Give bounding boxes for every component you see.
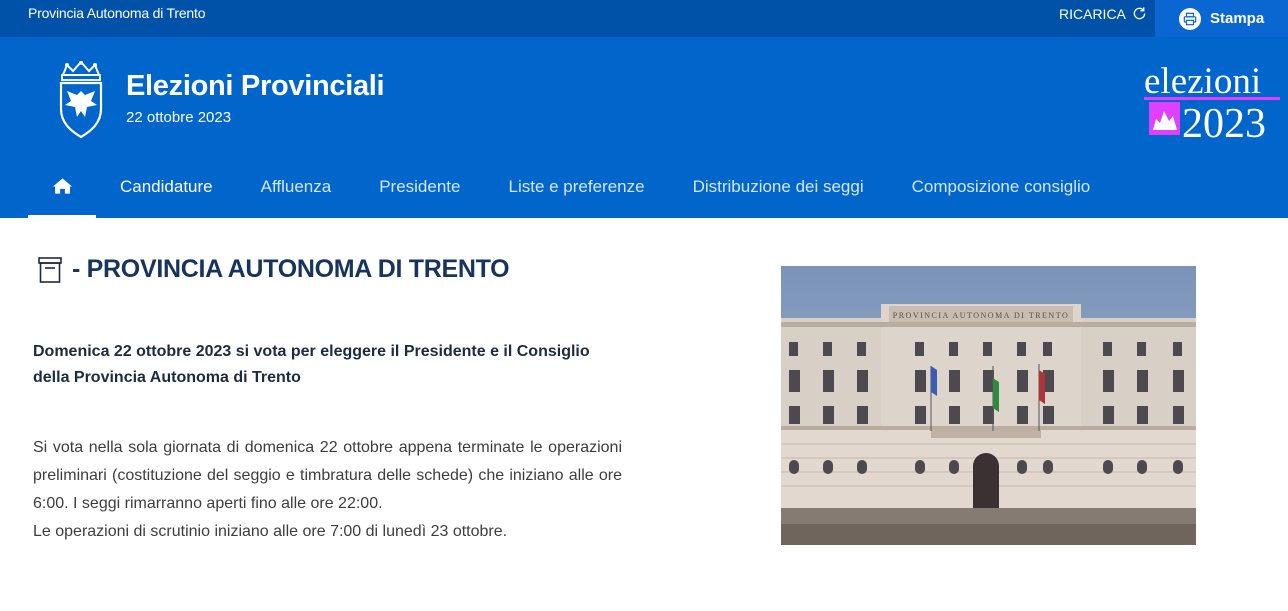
- ballot-box-icon: [38, 256, 62, 283]
- facade-sign: PROVINCIA AUTONOMA DI TRENTO: [893, 311, 1069, 320]
- election-date: 22 ottobre 2023: [126, 109, 232, 126]
- org-name-link[interactable]: Provincia Autonoma di Trento: [28, 0, 205, 27]
- site-title[interactable]: Elezioni Provinciali: [126, 70, 385, 103]
- utility-bar: Provincia Autonoma di Trento RICARICA St…: [0, 0, 1288, 37]
- nav-home[interactable]: [28, 172, 96, 218]
- nav-composizione-consiglio[interactable]: Composizione consiglio: [888, 172, 1115, 218]
- reload-label: RICARICA: [1059, 5, 1126, 22]
- elezioni-2023-logo: elezioni 2023: [1144, 61, 1280, 141]
- nav-distribuzione-seggi[interactable]: Distribuzione dei seggi: [669, 172, 888, 218]
- info-text: Si vota nella sola giornata di domenica …: [33, 434, 622, 546]
- nav-candidature[interactable]: Candidature: [96, 172, 237, 218]
- coat-of-arms-icon[interactable]: [55, 61, 107, 139]
- lead-text: Domenica 22 ottobre 2023 si vota per ele…: [33, 343, 590, 386]
- home-icon: [52, 178, 72, 194]
- print-button[interactable]: Stampa: [1155, 0, 1288, 37]
- nav-presidente[interactable]: Presidente: [355, 172, 484, 218]
- provincial-palace-photo: PROVINCIA AUTONOMA DI TRENTO: [781, 266, 1196, 545]
- brand-word: elezioni: [1144, 61, 1261, 102]
- main-nav: Candidature Affluenza Presidente Liste e…: [28, 172, 1114, 218]
- nav-affluenza[interactable]: Affluenza: [237, 172, 356, 218]
- page-title: - PROVINCIA AUTONOMA DI TRENTO: [72, 255, 510, 283]
- print-label: Stampa: [1210, 10, 1265, 27]
- printer-icon: [1179, 7, 1201, 30]
- paragraph-counting: Le operazioni di scrutinio iniziano alle…: [33, 523, 508, 540]
- reload-button[interactable]: RICARICA: [1059, 0, 1147, 27]
- section-heading: - PROVINCIA AUTONOMA DI TRENTO: [38, 255, 510, 284]
- nav-liste-preferenze[interactable]: Liste e preferenze: [484, 172, 668, 218]
- refresh-icon: [1133, 7, 1146, 20]
- brand-year: 2023: [1182, 101, 1266, 141]
- paragraph-voting-hours: Si vota nella sola giornata di domenica …: [33, 439, 622, 512]
- site-header: Elezioni Provinciali 22 ottobre 2023 ele…: [0, 37, 1288, 218]
